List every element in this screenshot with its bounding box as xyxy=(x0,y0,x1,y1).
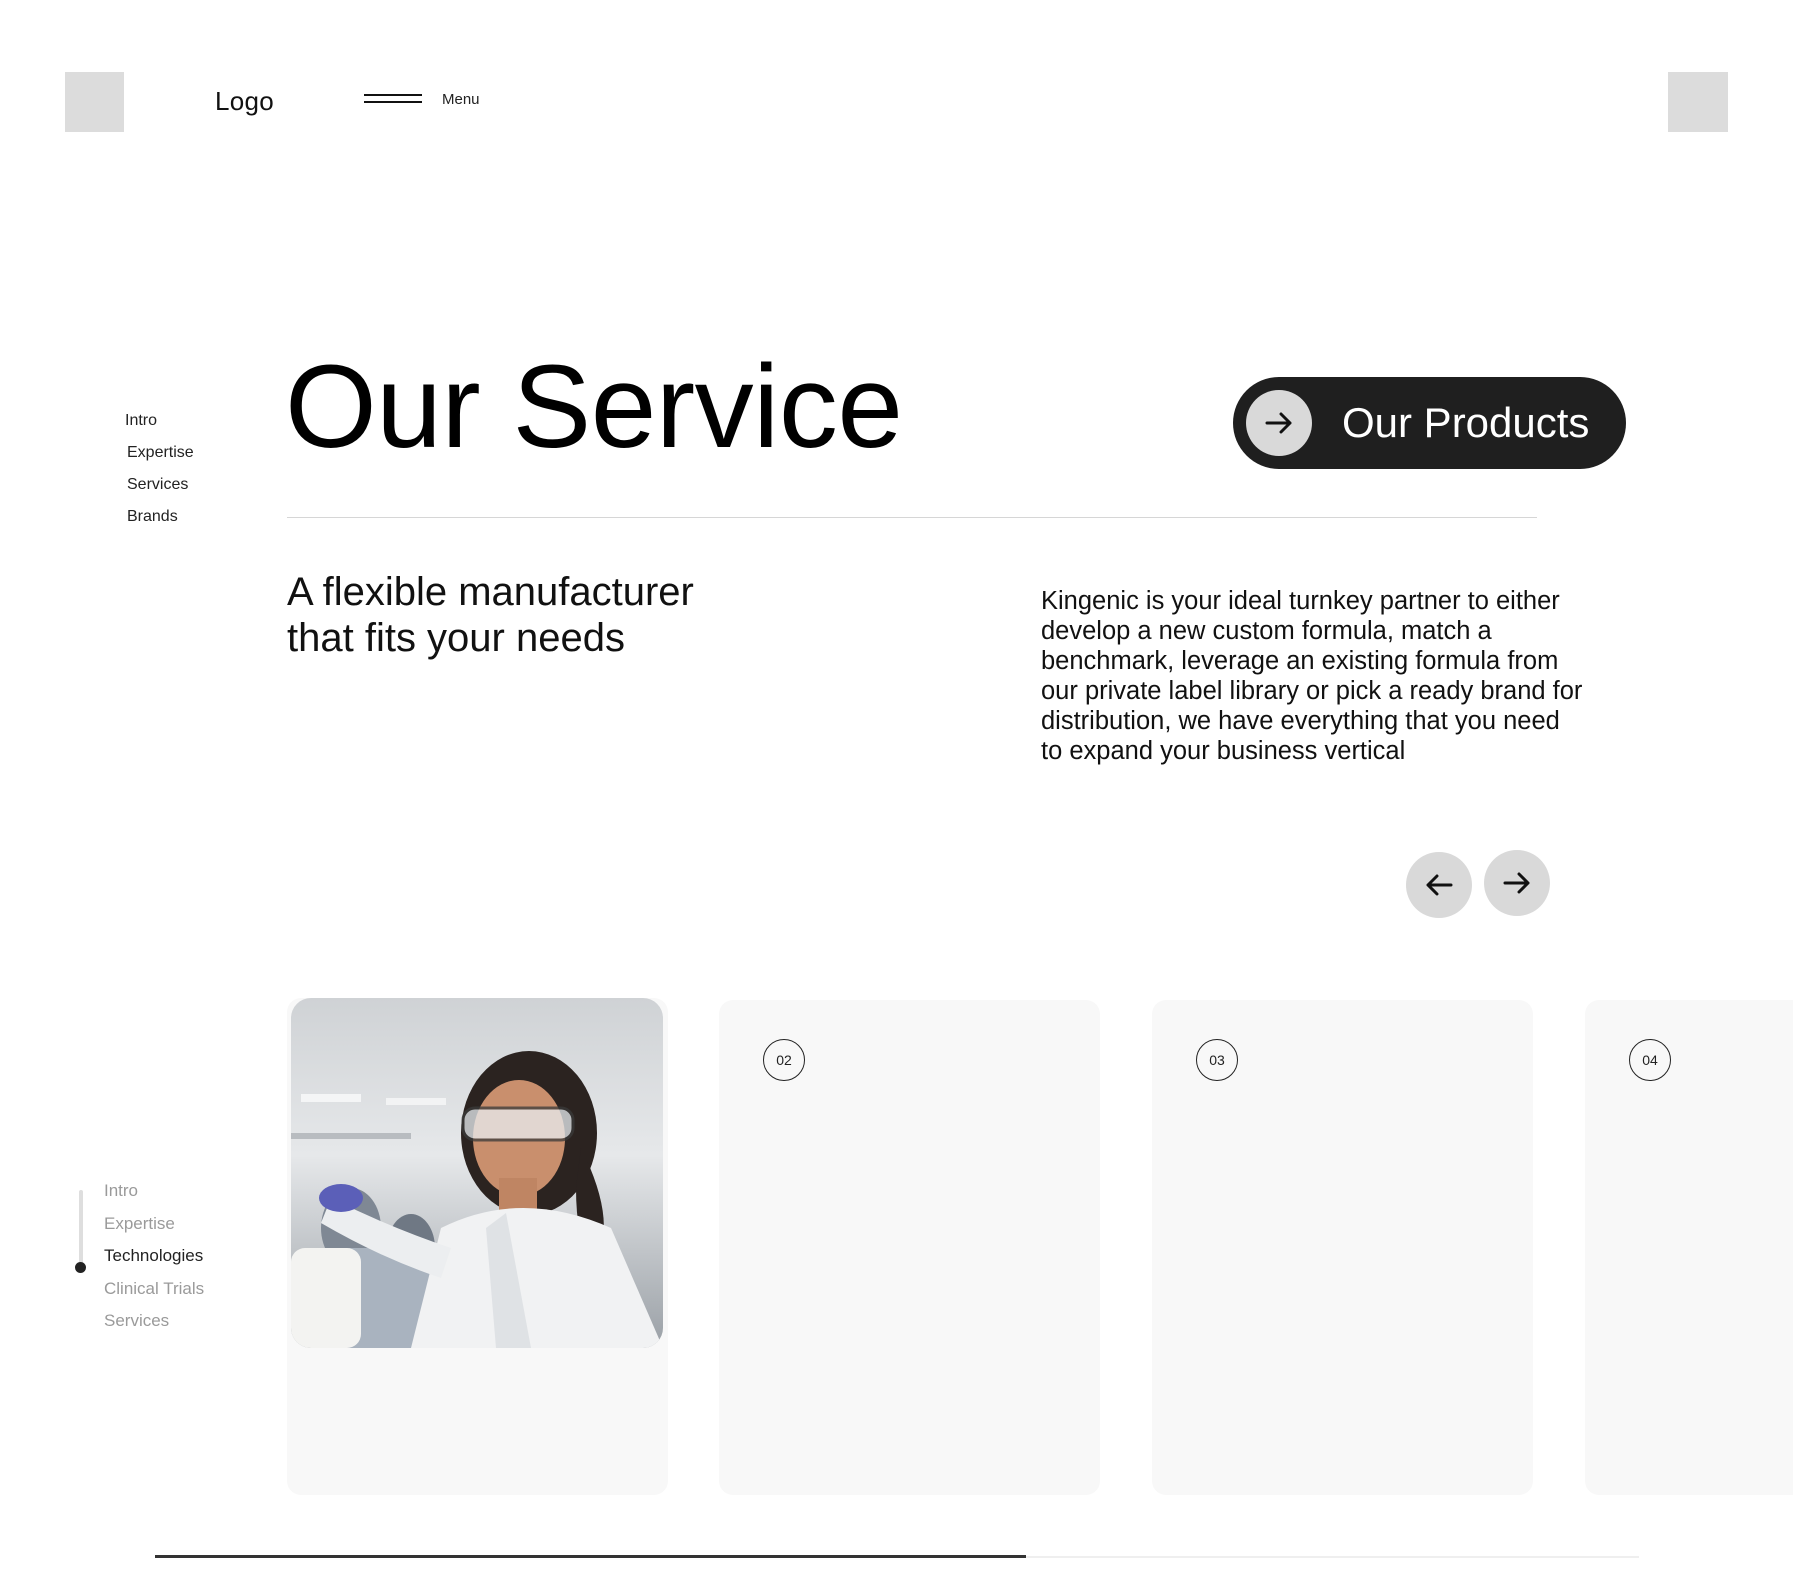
arrow-right-icon xyxy=(1503,872,1530,894)
description-line: distribution, we have everything that yo… xyxy=(1041,707,1560,735)
progress-nav-item-expertise[interactable]: Expertise xyxy=(104,1214,175,1234)
side-nav-item-services[interactable]: Services xyxy=(127,476,188,494)
service-card-04[interactable]: 04 xyxy=(1585,1000,1793,1495)
description-line: Kingenic is your ideal turnkey partner t… xyxy=(1041,587,1560,615)
service-card-03[interactable]: 03 xyxy=(1152,1000,1533,1495)
progress-nav-item-intro[interactable]: Intro xyxy=(104,1181,138,1201)
carousel-next-button[interactable] xyxy=(1484,850,1550,916)
intro-subheading-line-2: that fits your needs xyxy=(287,616,625,660)
intro-subheading: A flexible manufacturer that fits your n… xyxy=(287,569,887,661)
side-nav-item-expertise[interactable]: Expertise xyxy=(127,444,194,462)
progress-nav: Intro Expertise Technologies Clinical Tr… xyxy=(104,1181,254,1341)
description-line: benchmark, leverage an existing formula … xyxy=(1041,647,1559,675)
side-nav-item-brands[interactable]: Brands xyxy=(127,508,178,526)
progress-nav-dot xyxy=(75,1262,86,1273)
menu-button[interactable]: Menu xyxy=(364,91,494,112)
hero-divider xyxy=(287,517,1537,518)
scientist-in-lab-photo xyxy=(291,998,663,1348)
side-nav-top: Intro Expertise Services Brands xyxy=(125,412,225,532)
logo[interactable]: Logo xyxy=(215,86,274,117)
page-title: Our Service xyxy=(285,341,903,473)
carousel-prev-button[interactable] xyxy=(1406,852,1472,918)
service-card-01[interactable] xyxy=(287,998,668,1495)
intro-description: Kingenic is your ideal turnkey partner t… xyxy=(1041,586,1691,766)
progress-nav-item-technologies[interactable]: Technologies xyxy=(104,1246,203,1266)
hamburger-icon xyxy=(364,94,422,103)
service-card-02[interactable]: 02 xyxy=(719,1000,1100,1495)
progress-nav-track xyxy=(79,1190,83,1268)
card-number-badge: 02 xyxy=(763,1039,805,1081)
our-products-button[interactable]: Our Products xyxy=(1233,377,1626,469)
progress-nav-item-services[interactable]: Services xyxy=(104,1311,169,1331)
photo-illustration xyxy=(291,998,663,1348)
side-nav-item-intro[interactable]: Intro xyxy=(125,412,157,430)
scroll-progress-fill xyxy=(155,1555,1027,1558)
our-products-label: Our Products xyxy=(1342,399,1590,446)
card-number-badge: 04 xyxy=(1629,1039,1671,1081)
card-number-badge: 03 xyxy=(1196,1039,1238,1081)
header-left-square xyxy=(65,72,124,132)
scroll-progress-track xyxy=(155,1555,1639,1558)
arrow-left-icon xyxy=(1426,874,1453,896)
header-right-square xyxy=(1668,72,1728,132)
menu-label: Menu xyxy=(442,91,480,108)
intro-subheading-line-1: A flexible manufacturer xyxy=(287,570,694,614)
description-line: our private label library or pick a read… xyxy=(1041,677,1583,705)
cta-arrow-circle xyxy=(1246,390,1312,456)
description-line: develop a new custom formula, match a xyxy=(1041,617,1492,645)
arrow-right-icon xyxy=(1265,412,1292,434)
description-line: to expand your business vertical xyxy=(1041,737,1406,765)
progress-nav-item-clinical-trials[interactable]: Clinical Trials xyxy=(104,1279,204,1299)
